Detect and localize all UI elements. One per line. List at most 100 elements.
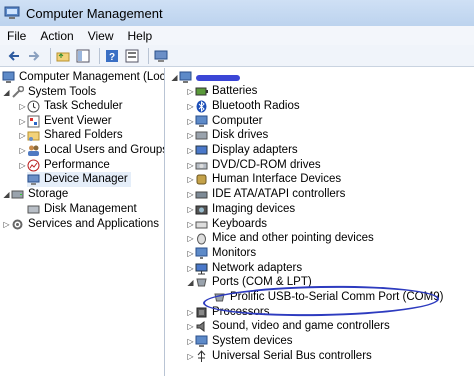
device-category-system[interactable]: ▷ System devices [186, 334, 293, 349]
forward-arrow-icon[interactable] [26, 48, 42, 64]
expand-arrow-icon[interactable]: ▷ [186, 349, 195, 364]
tree-item-performance[interactable]: ▷ Performance [18, 158, 110, 173]
expand-arrow-icon[interactable]: ▷ [18, 99, 27, 114]
tree-item-device-manager[interactable]: Device Manager [27, 172, 131, 187]
expand-arrow-icon[interactable]: ▷ [186, 261, 195, 276]
expand-arrow-icon[interactable]: ▷ [186, 202, 195, 217]
expand-arrow-icon[interactable]: ▷ [186, 158, 195, 173]
expand-arrow-icon[interactable]: ▷ [186, 172, 195, 187]
system-device-icon [195, 335, 208, 348]
device-category-imaging[interactable]: ▷ Imaging devices [186, 202, 295, 217]
device-manager-icon [27, 173, 40, 186]
tools-icon [11, 85, 25, 99]
toolbar-separator [50, 47, 51, 64]
clock-icon [27, 100, 40, 113]
title-bar: Computer Management [0, 0, 474, 26]
hid-icon [195, 173, 208, 186]
storage-icon [11, 188, 24, 201]
tree-item-root[interactable]: Computer Management (Local [2, 70, 164, 85]
device-category-batteries[interactable]: ▷ Batteries [186, 84, 257, 99]
keyboard-icon [195, 218, 208, 231]
expand-arrow-icon[interactable]: ▷ [186, 231, 195, 246]
collapse-arrow-icon[interactable]: ◢ [186, 275, 195, 290]
window-title: Computer Management [26, 5, 163, 21]
expand-arrow-icon[interactable]: ▷ [18, 143, 27, 158]
menu-action[interactable]: Action [33, 29, 80, 43]
expand-arrow-icon[interactable]: ▷ [186, 84, 195, 99]
collapse-arrow-icon[interactable]: ◢ [170, 70, 179, 85]
device-category-sound[interactable]: ▷ Sound, video and game controllers [186, 319, 390, 334]
menu-file[interactable]: File [0, 29, 33, 43]
expand-arrow-icon[interactable]: ▷ [186, 305, 195, 320]
tree-item-services[interactable]: ▷ Services and Applications [2, 217, 159, 232]
back-arrow-icon[interactable] [6, 48, 22, 64]
collapse-arrow-icon[interactable]: ◢ [2, 85, 11, 100]
expand-arrow-icon[interactable]: ▷ [18, 128, 27, 143]
properties-icon[interactable] [124, 48, 140, 64]
menu-bar: File Action View Help [0, 26, 474, 46]
computer-icon [195, 115, 208, 128]
device-category-bluetooth[interactable]: ▷ Bluetooth Radios [186, 99, 300, 114]
device-category-keyboards[interactable]: ▷ Keyboards [186, 217, 267, 232]
device-category-network[interactable]: ▷ Network adapters [186, 261, 302, 276]
expand-arrow-icon[interactable]: ▷ [186, 99, 195, 114]
help-icon[interactable]: ? [104, 48, 120, 64]
device-category-display-adapters[interactable]: ▷ Display adapters [186, 143, 297, 158]
device-manager-icon[interactable] [153, 48, 169, 64]
device-category-monitors[interactable]: ▷ Monitors [186, 246, 256, 261]
menu-help[interactable]: Help [121, 29, 160, 43]
display-adapter-icon [195, 144, 208, 157]
tree-item-local-users[interactable]: ▷ Local Users and Groups [18, 143, 164, 158]
device-category-usb[interactable]: ▷ Universal Serial Bus controllers [186, 349, 372, 364]
network-adapter-icon [195, 262, 208, 275]
ide-controller-icon [195, 188, 208, 201]
expand-arrow-icon[interactable]: ▷ [186, 319, 195, 334]
tree-item-shared-folders[interactable]: ▷ Shared Folders [18, 128, 123, 143]
collapse-arrow-icon[interactable]: ◢ [2, 187, 11, 202]
toolbar-separator [99, 47, 100, 64]
expand-arrow-icon[interactable]: ▷ [186, 334, 195, 349]
expand-arrow-icon[interactable]: ▷ [2, 217, 11, 232]
toolbar-separator [148, 47, 149, 64]
tree-item-event-viewer[interactable]: ▷ Event Viewer [18, 114, 112, 129]
processor-icon [195, 306, 208, 319]
device-category-dvd-drives[interactable]: ▷ DVD/CD-ROM drives [186, 158, 320, 173]
device-category-ide[interactable]: ▷ IDE ATA/ATAPI controllers [186, 187, 345, 202]
computer-management-icon [2, 71, 15, 84]
monitor-icon [195, 247, 208, 260]
disk-icon [27, 203, 40, 216]
event-log-icon [27, 115, 40, 128]
device-tree: ◢ ▷ Batteries ▷ Bluetooth Radios ▷ Computer… [168, 68, 474, 376]
device-category-mice[interactable]: ▷ Mice and other pointing devices [186, 231, 374, 246]
expand-arrow-icon[interactable]: ▷ [186, 246, 195, 261]
users-icon [27, 144, 40, 157]
speaker-icon [195, 320, 208, 333]
expand-arrow-icon[interactable]: ▷ [18, 114, 27, 129]
expand-arrow-icon[interactable]: ▷ [186, 114, 195, 129]
device-category-disk-drives[interactable]: ▷ Disk drives [186, 128, 268, 143]
tree-item-disk-management[interactable]: Disk Management [27, 202, 137, 217]
port-icon [195, 276, 208, 289]
computer-icon [179, 71, 192, 84]
console-tree: Computer Management (Local ◢ System Tools… [0, 68, 165, 376]
svg-text:?: ? [109, 52, 115, 63]
up-folder-icon[interactable] [55, 48, 71, 64]
toolbar: ? [0, 45, 474, 67]
expand-arrow-icon[interactable]: ▷ [18, 158, 27, 173]
computer-management-icon [4, 5, 20, 21]
expand-arrow-icon[interactable]: ▷ [186, 217, 195, 232]
expand-arrow-icon[interactable]: ▷ [186, 143, 195, 158]
device-root[interactable]: ◢ [170, 70, 240, 85]
menu-view[interactable]: View [81, 29, 121, 43]
device-category-computer[interactable]: ▷ Computer [186, 114, 263, 129]
show-hide-tree-icon[interactable] [75, 48, 91, 64]
expand-arrow-icon[interactable]: ▷ [186, 187, 195, 202]
tree-item-system-tools[interactable]: ◢ System Tools [2, 85, 96, 100]
tree-item-storage[interactable]: ◢ Storage [2, 187, 68, 202]
expand-arrow-icon[interactable]: ▷ [186, 128, 195, 143]
tree-item-task-scheduler[interactable]: ▷ Task Scheduler [18, 99, 123, 114]
battery-icon [195, 85, 208, 98]
mouse-icon [195, 232, 208, 245]
usb-icon [195, 350, 208, 363]
device-category-hid[interactable]: ▷ Human Interface Devices [186, 172, 341, 187]
